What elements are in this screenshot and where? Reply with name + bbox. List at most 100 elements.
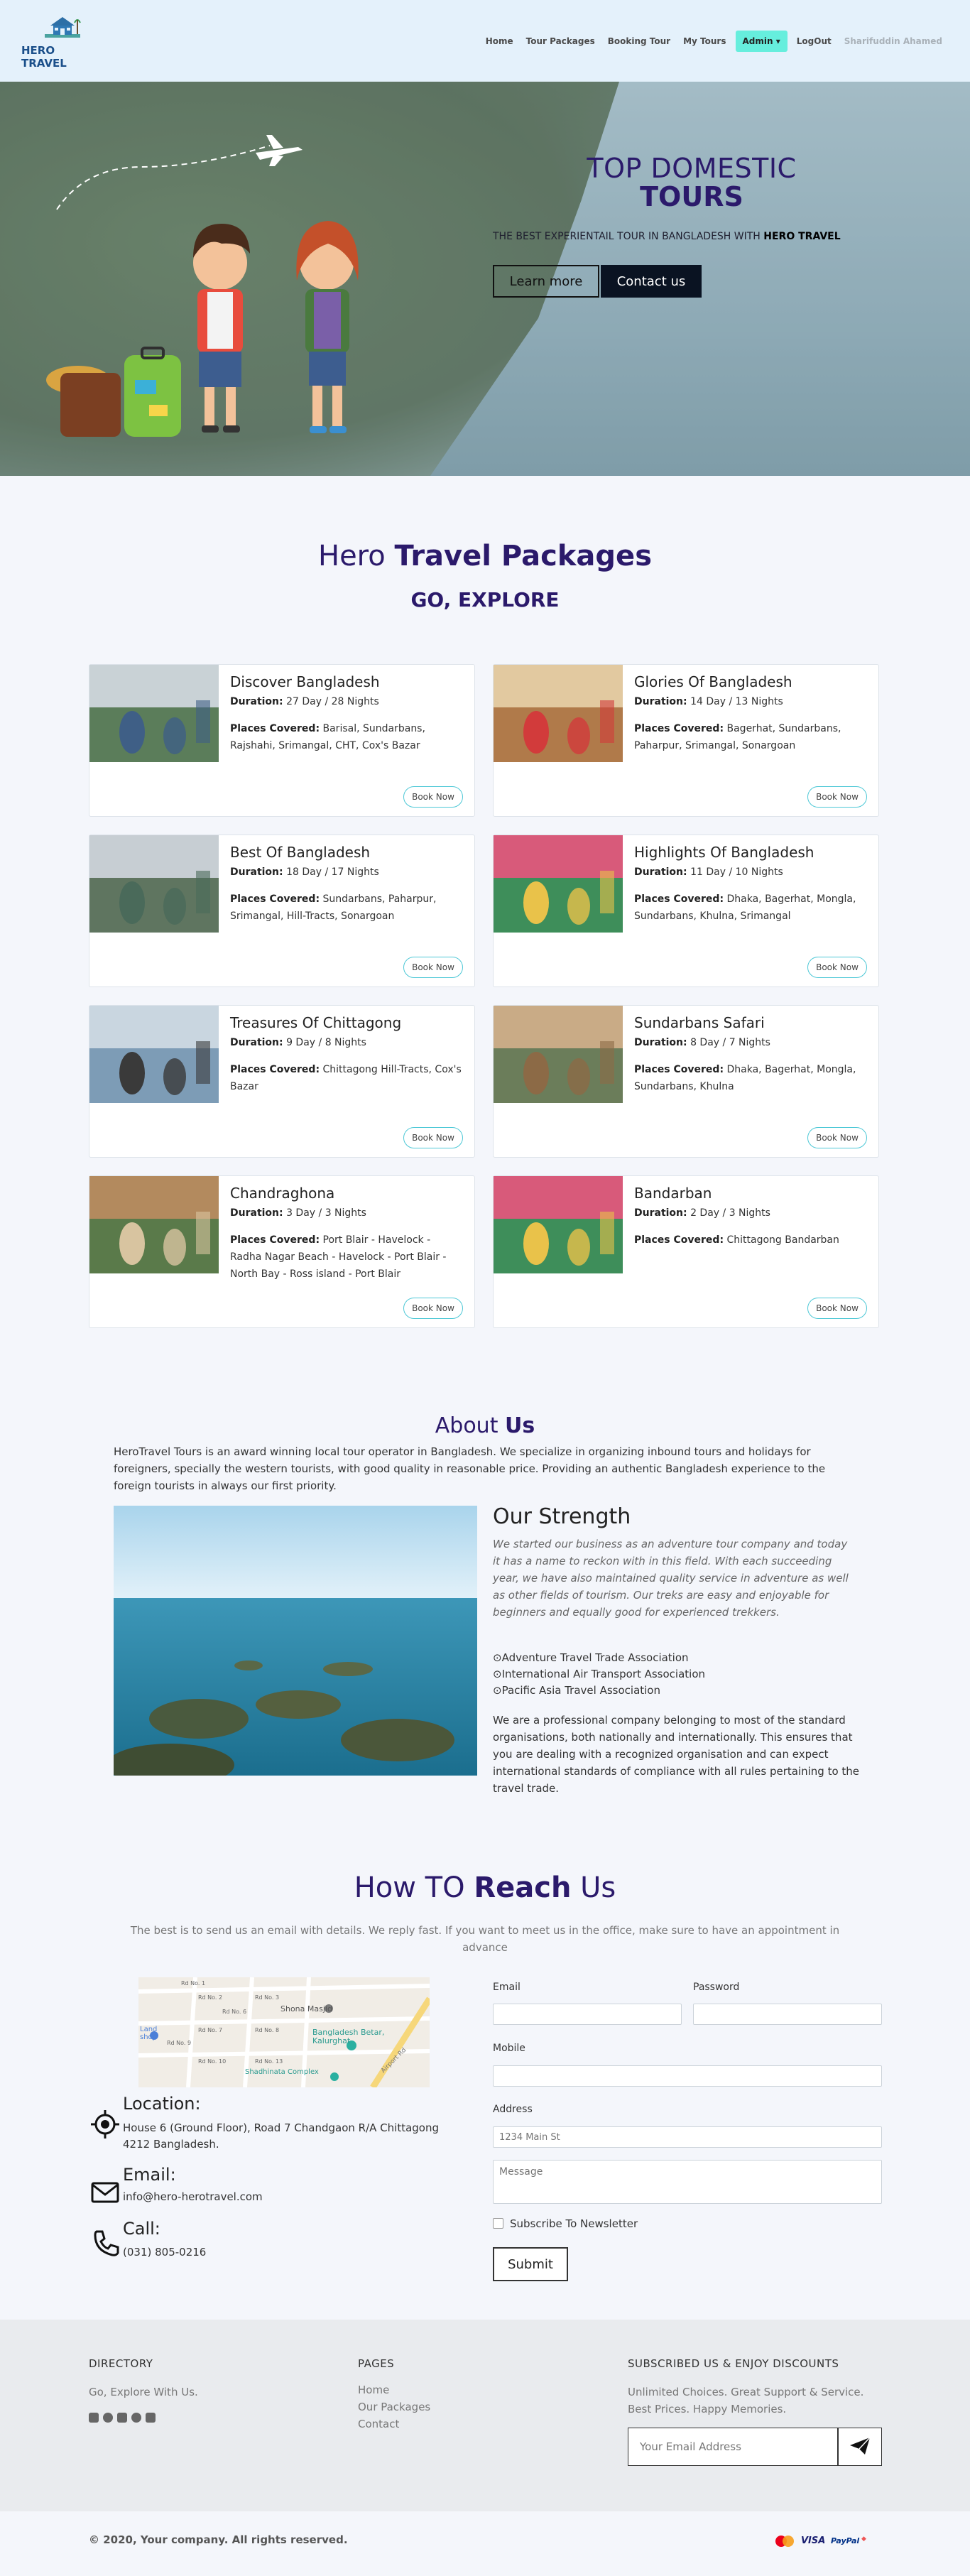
book-now-button[interactable]: Book Now bbox=[403, 786, 463, 808]
nav-my-tours[interactable]: My Tours bbox=[677, 31, 732, 52]
duration-value: 3 Day / 3 Nights bbox=[286, 1207, 366, 1219]
package-duration: Duration: 11 Day / 10 Nights bbox=[634, 866, 868, 878]
map-label: Rd No. 10 bbox=[198, 2058, 227, 2065]
learn-more-button[interactable]: Learn more bbox=[493, 265, 599, 298]
newsletter-email-input[interactable] bbox=[628, 2428, 838, 2466]
location-target-icon bbox=[91, 2110, 119, 2138]
places-label: Places Covered: bbox=[230, 1064, 320, 1075]
email-input[interactable] bbox=[493, 2004, 682, 2025]
contact-us-button[interactable]: Contact us bbox=[601, 265, 702, 298]
map-label: Rd No. 13 bbox=[255, 2058, 283, 2065]
address-input[interactable] bbox=[493, 2126, 882, 2148]
packages-title: Hero Travel Packages bbox=[0, 540, 970, 572]
association-item: ⊙International Air Transport Association bbox=[493, 1668, 705, 1680]
nav-booking-tour[interactable]: Booking Tour bbox=[601, 31, 677, 52]
message-textarea[interactable] bbox=[493, 2160, 882, 2204]
submit-button[interactable]: Submit bbox=[493, 2247, 568, 2281]
target-icon: ⊙ bbox=[493, 1668, 502, 1680]
duration-value: 8 Day / 7 Nights bbox=[690, 1037, 770, 1048]
admin-dropdown[interactable]: Admin ▾ bbox=[735, 30, 788, 52]
phone-number[interactable]: (031) 805-0216 bbox=[123, 2244, 464, 2261]
facebook-icon[interactable] bbox=[103, 2413, 113, 2423]
package-places: Places Covered: Dhaka, Bagerhat, Mongla,… bbox=[634, 1061, 868, 1095]
email-address[interactable]: info@hero-herotravel.com bbox=[123, 2189, 464, 2205]
hero-subtitle-brand: HERO TRAVEL bbox=[763, 231, 841, 242]
map-label: Rd No. 6 bbox=[222, 2009, 247, 2015]
pages-heading: PAGES bbox=[358, 2357, 395, 2370]
discover-icon: ◆ bbox=[861, 2536, 866, 2543]
social-links bbox=[89, 2413, 156, 2423]
pinterest-icon[interactable] bbox=[131, 2413, 141, 2423]
map-label: Rd No. 2 bbox=[198, 1994, 223, 2001]
book-now-button[interactable]: Book Now bbox=[807, 1127, 867, 1148]
duration-label: Duration: bbox=[634, 1207, 687, 1219]
package-image bbox=[494, 1176, 623, 1273]
package-duration: Duration: 27 Day / 28 Nights bbox=[230, 696, 464, 707]
call-heading: Call: bbox=[123, 2219, 160, 2239]
mobile-input[interactable] bbox=[493, 2065, 882, 2087]
password-input[interactable] bbox=[693, 2004, 882, 2025]
vimeo-icon[interactable] bbox=[146, 2413, 156, 2423]
target-icon: ⊙ bbox=[493, 1651, 502, 1664]
hero-title-line2: TOURS bbox=[640, 181, 743, 212]
package-duration: Duration: 8 Day / 7 Nights bbox=[634, 1037, 868, 1048]
sea-rocks-image bbox=[114, 1506, 477, 1776]
package-title: Chandraghona bbox=[230, 1185, 335, 1202]
footer-link-contact[interactable]: Contact bbox=[358, 2418, 399, 2430]
package-places: Places Covered: Port Blair - Havelock - … bbox=[230, 1232, 464, 1283]
book-now-button[interactable]: Book Now bbox=[807, 957, 867, 978]
reach-title-bold: Reach bbox=[474, 1871, 572, 1904]
book-now-button[interactable]: Book Now bbox=[403, 957, 463, 978]
footer-link-packages[interactable]: Our Packages bbox=[358, 2401, 430, 2413]
luggage-illustration bbox=[46, 347, 181, 437]
places-label: Places Covered: bbox=[634, 1234, 724, 1246]
duration-label: Duration: bbox=[230, 866, 283, 878]
instagram-icon[interactable] bbox=[117, 2413, 127, 2423]
places-label: Places Covered: bbox=[634, 723, 724, 734]
book-now-button[interactable]: Book Now bbox=[403, 1298, 463, 1319]
boy-figure bbox=[193, 224, 250, 433]
package-duration: Duration: 14 Day / 13 Nights bbox=[634, 696, 868, 707]
location-address: House 6 (Ground Floor), Road 7 Chandgaon… bbox=[123, 2121, 440, 2151]
package-card: Bandarban Duration: 2 Day / 3 Nights Place… bbox=[493, 1175, 879, 1328]
subscribe-heading: SUBSCRIBED US & ENJOY DISCOUNTS bbox=[628, 2357, 839, 2370]
nav-tour-packages[interactable]: Tour Packages bbox=[520, 31, 601, 52]
map-label: Shona Masjid bbox=[280, 2004, 332, 2013]
nav-logout[interactable]: LogOut bbox=[790, 31, 838, 52]
package-places: Places Covered: Chittagong Bandarban bbox=[634, 1232, 868, 1249]
package-card: Discover Bangladesh Duration: 27 Day / 28… bbox=[89, 664, 475, 817]
book-now-button[interactable]: Book Now bbox=[807, 786, 867, 808]
brand-logo[interactable]: HERO TRAVEL bbox=[21, 13, 103, 70]
book-now-button[interactable]: Book Now bbox=[403, 1127, 463, 1148]
newsletter-checkbox[interactable] bbox=[493, 2218, 503, 2229]
reach-subtitle: The best is to send us an email with det… bbox=[130, 1924, 840, 1954]
association-item: ⊙Pacific Asia Travel Association bbox=[493, 1684, 660, 1697]
package-card: Treasures Of Chittagong Duration: 9 Day /… bbox=[89, 1005, 475, 1158]
footer-link-home[interactable]: Home bbox=[358, 2384, 389, 2396]
location-map[interactable]: Shona Masjid Bangladesh Betar, Kalurghat… bbox=[138, 1977, 430, 2087]
brand-name: HERO TRAVEL bbox=[21, 43, 67, 70]
send-button[interactable] bbox=[838, 2428, 882, 2466]
package-places: Places Covered: Sundarbans, Paharpur, Sr… bbox=[230, 891, 464, 925]
paper-plane-icon bbox=[850, 2436, 871, 2455]
twitter-icon[interactable] bbox=[89, 2413, 99, 2423]
duration-value: 14 Day / 13 Nights bbox=[690, 696, 783, 707]
airplane-icon bbox=[256, 135, 303, 166]
user-name: Sharifuddin Ahamed bbox=[844, 36, 942, 46]
nav-home[interactable]: Home bbox=[479, 31, 520, 52]
book-now-button[interactable]: Book Now bbox=[807, 1298, 867, 1319]
map-label: Rd No. 8 bbox=[255, 2027, 280, 2033]
duration-label: Duration: bbox=[230, 1207, 283, 1219]
package-image bbox=[89, 835, 219, 933]
duration-label: Duration: bbox=[230, 696, 283, 707]
caret-down-icon: ▾ bbox=[775, 36, 780, 46]
map-label: Rd No. 3 bbox=[255, 1994, 280, 2001]
package-card: Highlights Of Bangladesh Duration: 11 Day… bbox=[493, 835, 879, 987]
duration-label: Duration: bbox=[634, 866, 687, 878]
map-label: Rd No. 7 bbox=[198, 2027, 223, 2033]
hero-subtitle-text: THE BEST EXPERIENTAIL TOUR IN BANGLADESH… bbox=[493, 231, 761, 242]
phone-icon bbox=[94, 2230, 119, 2256]
newsletter-label[interactable]: Subscribe To Newsletter bbox=[510, 2217, 638, 2230]
admin-label: Admin bbox=[742, 36, 773, 46]
email-heading: Email: bbox=[123, 2165, 176, 2185]
